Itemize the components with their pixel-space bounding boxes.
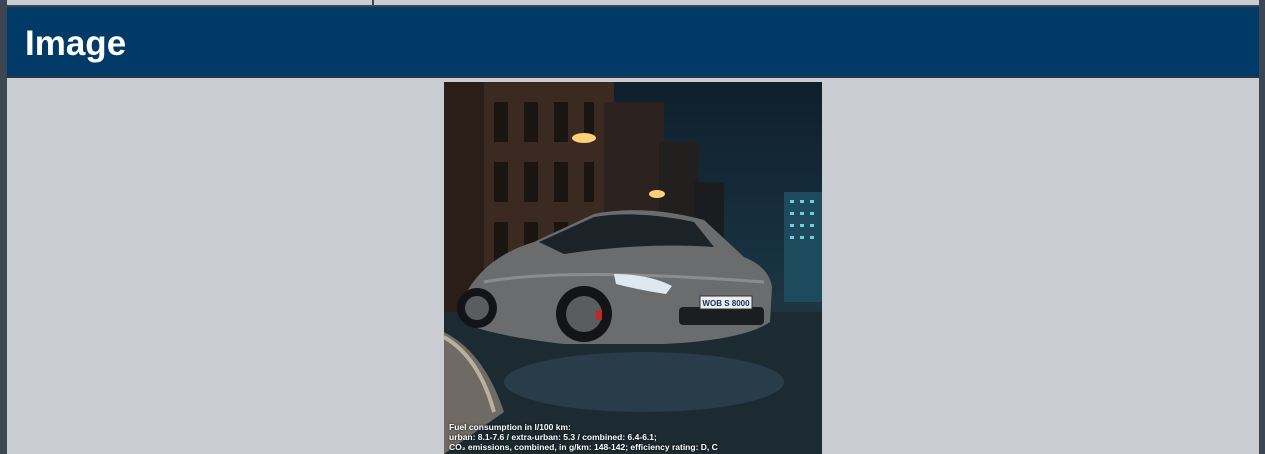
car-illustration: WOB S 8000 <box>444 82 822 454</box>
table-cell-divider <box>372 0 374 7</box>
caption-line-1: Fuel consumption in l/100 km: <box>449 422 571 432</box>
fuel-consumption-caption: Fuel consumption in l/100 km: urban: 8.1… <box>449 422 819 452</box>
car-photo[interactable]: WOB S 8000 Fuel consumption in l/100 km:… <box>444 82 822 454</box>
caption-line-2: urban: 8.1-7.6 / extra-urban: 5.3 / comb… <box>449 432 657 442</box>
previous-table-row-edge <box>0 0 1265 7</box>
license-plate: WOB S 8000 <box>702 299 750 308</box>
section-title: Image <box>25 24 127 63</box>
section-header: Image <box>7 7 1259 78</box>
caption-line-3: CO₂ emissions, combined, in g/km: 148-14… <box>449 442 718 452</box>
